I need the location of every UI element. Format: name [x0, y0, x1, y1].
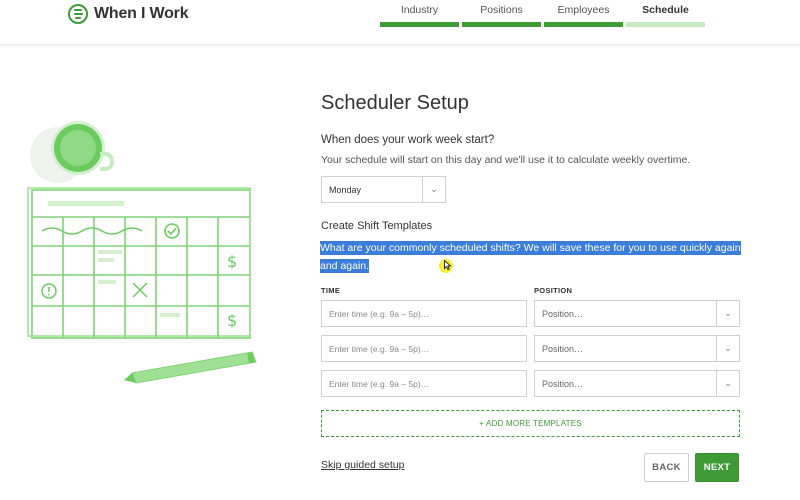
shift-time-input[interactable]: Enter time (e.g. 9a – 5p)… [321, 335, 527, 362]
selected-text: What are your commonly scheduled shifts?… [320, 241, 741, 273]
position-column-header: POSITION [534, 286, 573, 295]
step-positions: Positions [462, 0, 541, 27]
shift-position-select[interactable]: Position… ⌄ [534, 300, 740, 327]
back-button[interactable]: BACK [644, 453, 689, 482]
shift-position-select[interactable]: Position… ⌄ [534, 370, 740, 397]
chevron-down-icon[interactable]: ⌄ [422, 177, 445, 202]
chevron-down-icon[interactable]: ⌄ [716, 336, 739, 361]
progress-steps: Industry Positions Employees Schedule [380, 0, 705, 27]
step-employees: Employees [544, 0, 623, 27]
shift-time-input[interactable]: Enter time (e.g. 9a – 5p)… [321, 370, 527, 397]
position-placeholder: Position… [542, 378, 584, 389]
brand-name: When I Work [94, 5, 189, 22]
skip-setup-link[interactable]: Skip guided setup [321, 459, 404, 471]
week-start-select[interactable]: Monday ⌄ [321, 176, 446, 203]
calendar-icon [27, 187, 251, 339]
step-label: Employees [557, 4, 610, 16]
step-progress-bar [544, 22, 623, 27]
scheduler-illustration: $ $ [27, 121, 257, 384]
position-placeholder: Position… [542, 308, 584, 319]
week-start-value: Monday [329, 184, 362, 195]
step-industry: Industry [380, 0, 459, 27]
shift-time-input[interactable]: Enter time (e.g. 9a – 5p)… [321, 300, 527, 327]
mouse-cursor-icon [444, 260, 452, 270]
week-start-question: When does your work week start? [321, 134, 495, 146]
coffee-cup-icon [51, 121, 115, 175]
pencil-icon [124, 351, 257, 384]
step-progress-bar [462, 22, 541, 27]
svg-text:$: $ [227, 252, 237, 271]
top-header: When I Work Industry Positions Employees… [0, 0, 800, 44]
step-schedule: Schedule [626, 0, 705, 27]
week-start-description: Your schedule will start on this day and… [321, 154, 691, 166]
svg-text:$: $ [227, 311, 237, 330]
brand-logo[interactable]: When I Work [68, 4, 189, 24]
templates-label: Create Shift Templates [321, 220, 433, 232]
chevron-down-icon[interactable]: ⌄ [716, 371, 739, 396]
position-placeholder: Position… [542, 343, 584, 354]
time-column-header: TIME [321, 286, 341, 295]
templates-description: What are your commonly scheduled shifts?… [320, 239, 741, 275]
logo-icon [68, 4, 88, 24]
step-label: Industry [400, 4, 439, 16]
step-label: Positions [480, 4, 523, 16]
next-button[interactable]: NEXT [695, 453, 739, 482]
chevron-down-icon[interactable]: ⌄ [716, 301, 739, 326]
step-progress-bar [380, 22, 459, 27]
step-label: Schedule [642, 4, 689, 16]
add-more-templates-button[interactable]: + ADD MORE TEMPLATES [321, 410, 740, 437]
shift-position-select[interactable]: Position… ⌄ [534, 335, 740, 362]
step-progress-bar [626, 22, 705, 27]
page-title: Scheduler Setup [321, 92, 469, 114]
scheduler-setup-form: Scheduler Setup When does your work week… [320, 92, 741, 482]
